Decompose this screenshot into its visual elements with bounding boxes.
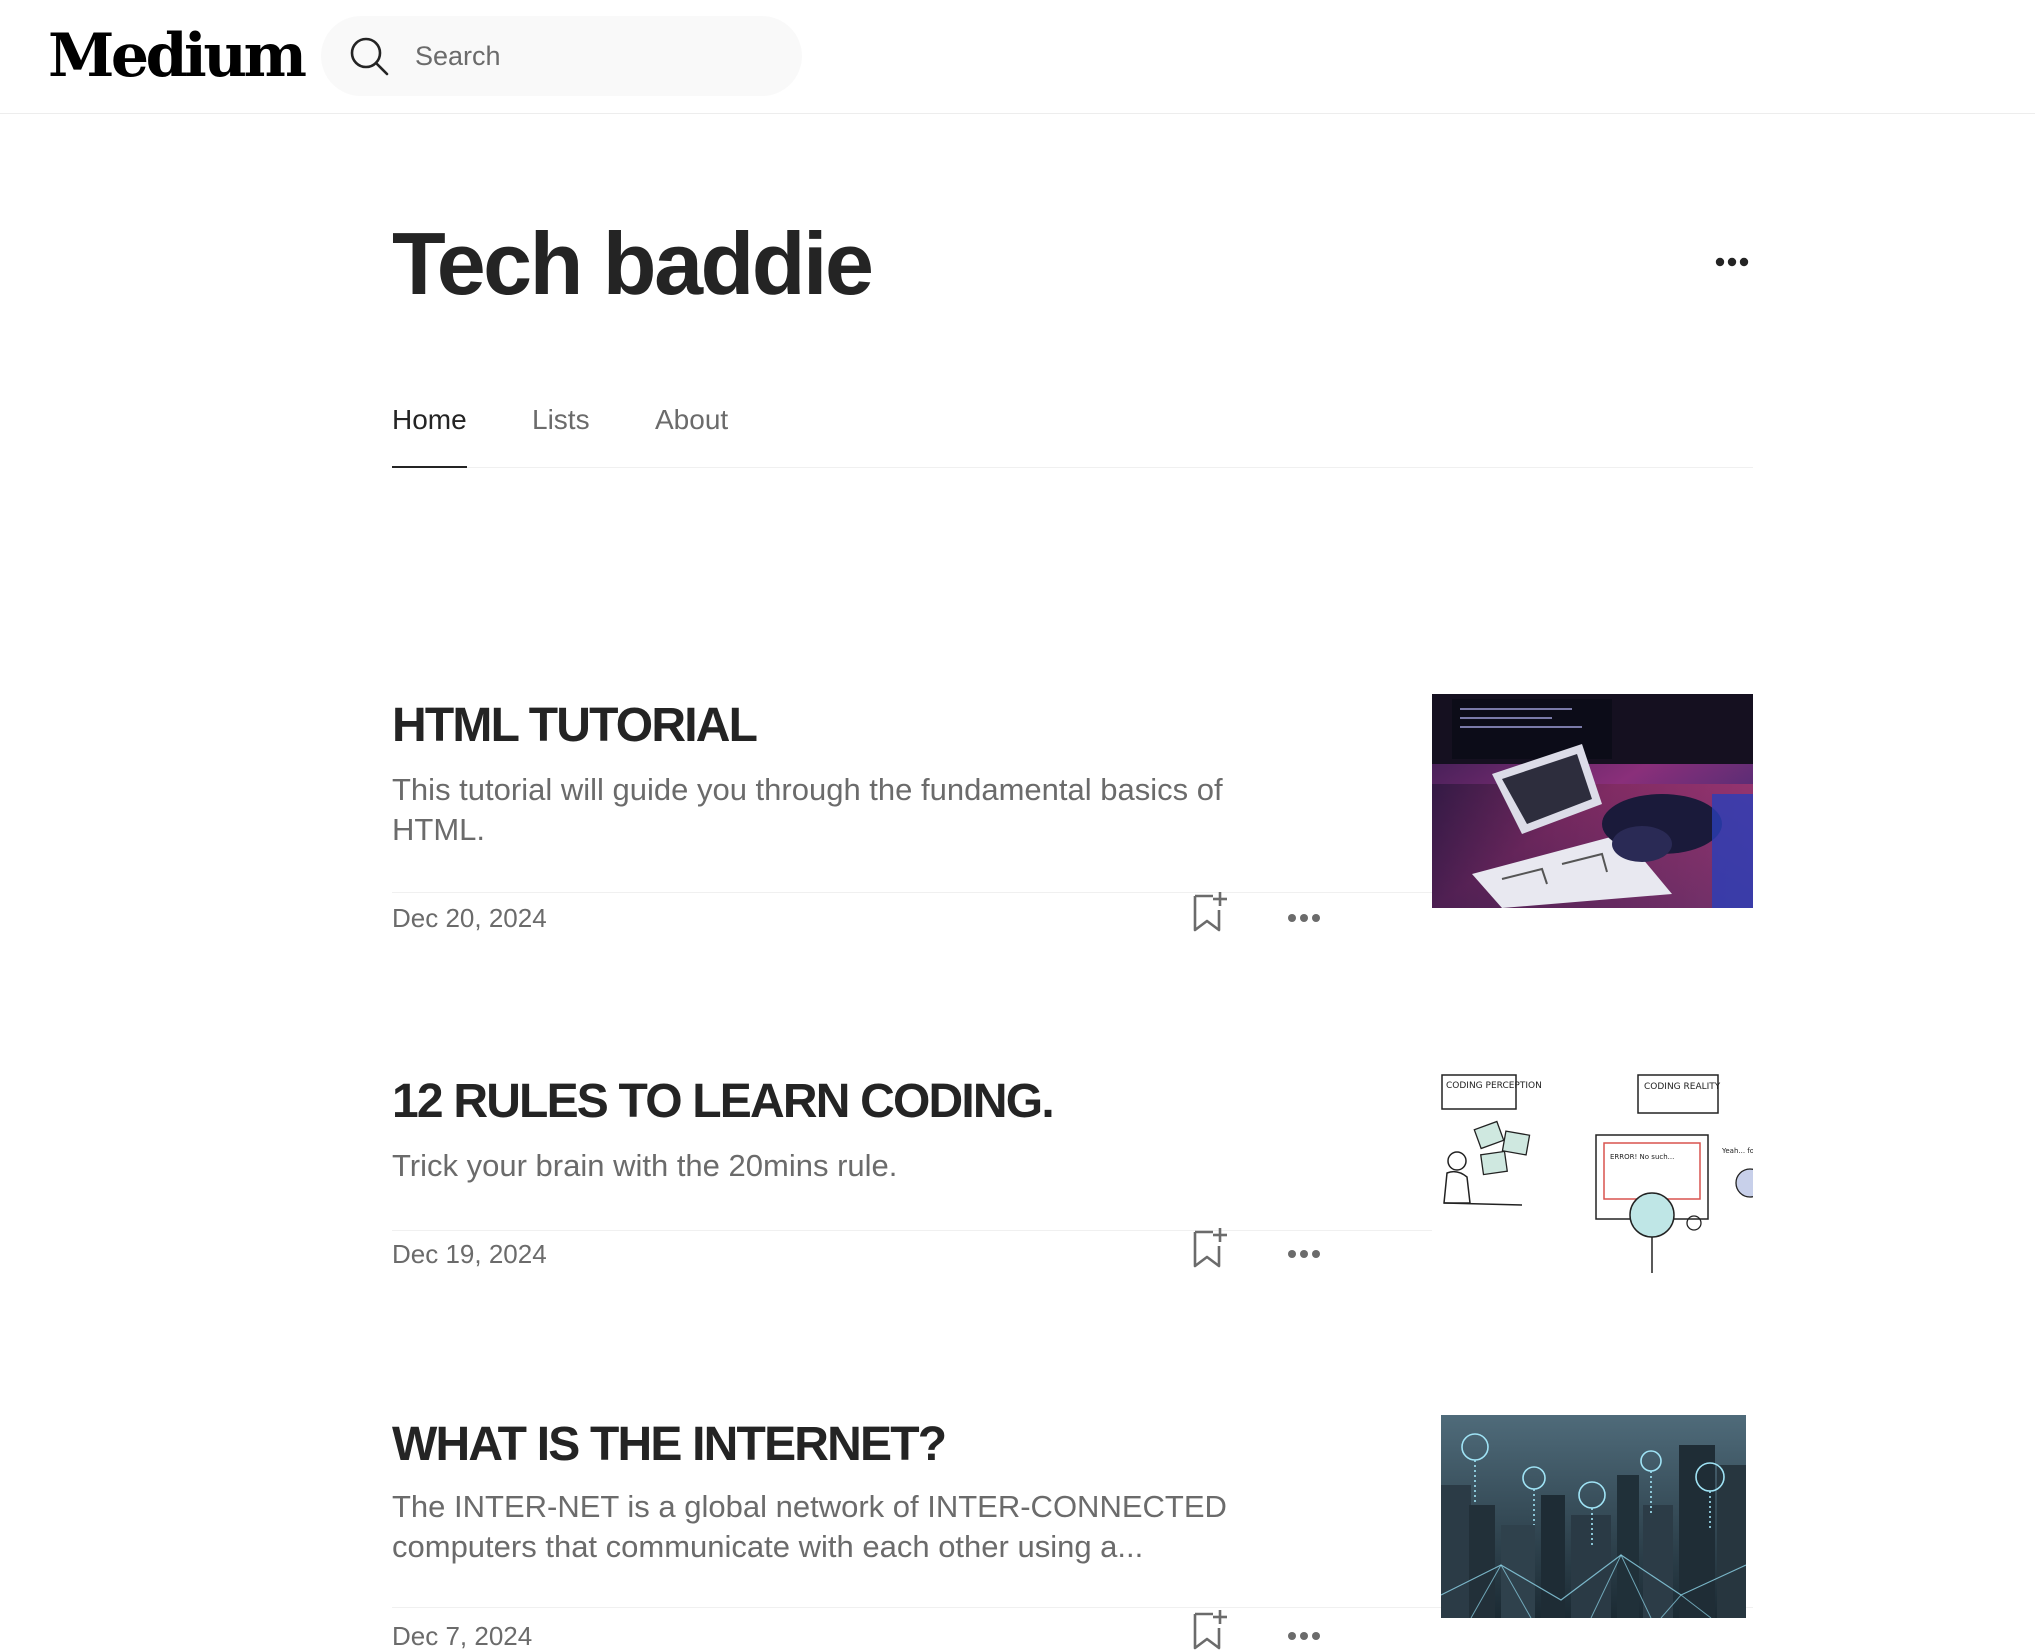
article-title[interactable]: WHAT IS THE INTERNET?	[392, 1417, 1392, 1473]
article-item[interactable]: WHAT IS THE INTERNET? The INTER-NET is a…	[392, 1231, 1753, 1651]
thumb-side-note: Yeah... forgot	[1721, 1147, 1753, 1155]
article-date: Dec 7, 2024	[392, 1621, 533, 1651]
tab-home[interactable]: Home	[392, 394, 467, 468]
article-thumbnail[interactable]	[1432, 694, 1753, 908]
search-input[interactable]	[415, 32, 775, 80]
more-options-icon[interactable]	[1702, 244, 1762, 280]
article-item[interactable]: 12 RULES TO LEARN CODING. Trick your bra…	[392, 893, 1753, 1287]
publication-tabs: Home Lists About	[392, 394, 1753, 468]
search-icon	[350, 37, 389, 76]
article-title[interactable]: 12 RULES TO LEARN CODING.	[392, 1074, 1392, 1130]
article-thumbnail[interactable]	[1441, 1415, 1746, 1618]
thumb-screen-text: ERROR! No such...	[1610, 1153, 1674, 1161]
tab-about[interactable]: About	[655, 394, 728, 468]
thumb-sign-right: CODING REALITY	[1644, 1082, 1721, 1092]
tab-lists[interactable]: Lists	[532, 394, 590, 468]
laptop-coding-neon-icon	[1432, 694, 1753, 908]
article-subtitle: The INTER-NET is a global network of INT…	[392, 1489, 1227, 1564]
bookmark-add-icon[interactable]	[1189, 1608, 1229, 1652]
article-subtitle: This tutorial will guide you through the…	[392, 772, 1223, 847]
search-box[interactable]	[321, 16, 802, 96]
top-navigation-bar: Medium	[0, 0, 2035, 114]
medium-logo[interactable]: Medium	[48, 20, 307, 92]
article-subtitle: Trick your brain with the 20mins rule.	[392, 1148, 898, 1183]
network-city-skyline-icon	[1441, 1415, 1746, 1618]
article-more-icon[interactable]	[1282, 1621, 1326, 1651]
thumb-sign-left: CODING PERCEPTION	[1446, 1081, 1542, 1091]
article-item[interactable]: HTML TUTORIAL This tutorial will guide y…	[392, 580, 1753, 933]
publication-title: Tech baddie	[392, 214, 874, 313]
article-title[interactable]: HTML TUTORIAL	[392, 698, 1392, 754]
